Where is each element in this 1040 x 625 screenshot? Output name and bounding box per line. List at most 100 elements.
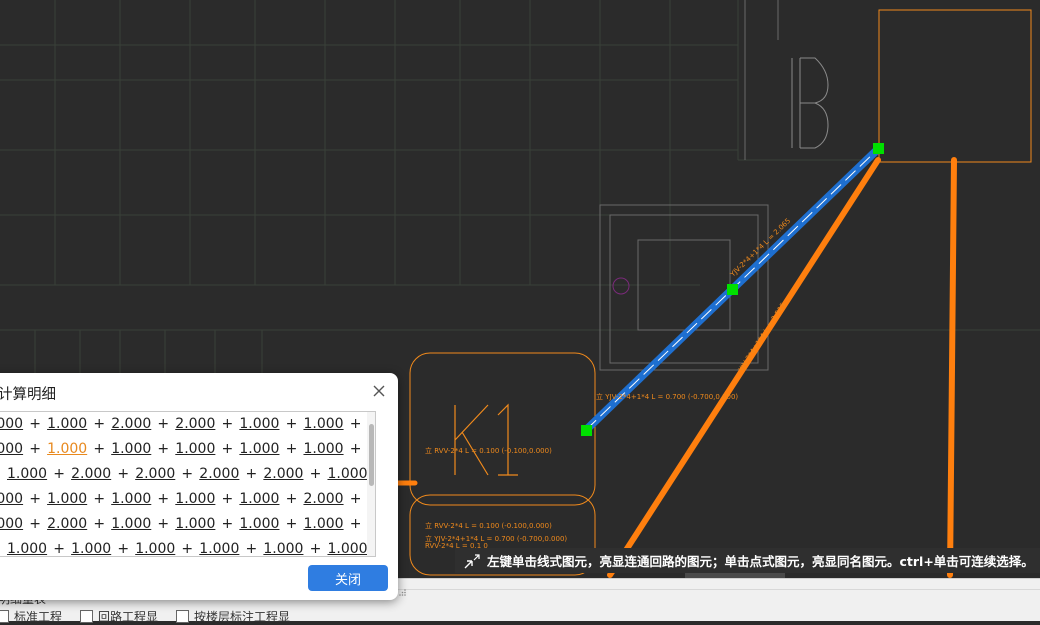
calc-value[interactable]: 1.000 — [303, 441, 343, 457]
calc-operator: + — [221, 516, 234, 532]
calc-operator: + — [93, 441, 106, 457]
calc-value[interactable]: 1.000 — [239, 491, 279, 507]
calc-operator: + — [181, 466, 194, 482]
calc-operator: + — [53, 466, 65, 482]
cable-node-end[interactable] — [873, 143, 884, 154]
checkbox-standard-label: 标准工程 — [14, 610, 63, 624]
calc-line: +1.000+1.000+1.000+1.000+1.000+1.000+ — [0, 541, 375, 557]
cursor-select-icon — [464, 553, 480, 568]
calc-operator: + — [93, 491, 106, 507]
calc-value[interactable]: 1.000 — [263, 541, 303, 556]
calc-value[interactable]: 1.000 — [111, 441, 151, 457]
calc-value[interactable]: 1.000 — [303, 416, 343, 432]
calc-operator: + — [117, 466, 130, 482]
calc-value[interactable]: 2.000 — [111, 416, 151, 432]
calc-value[interactable]: 2.000 — [47, 516, 87, 532]
calc-operator: + — [221, 416, 234, 432]
calc-value[interactable]: 1.000 — [7, 541, 47, 556]
calc-line: +1.000+2.000+2.000+2.000+2.000+1.000+ — [0, 466, 375, 482]
calc-operator: + — [53, 541, 65, 557]
calc-value[interactable]: 1.000 — [47, 491, 87, 507]
calc-operator: + — [285, 491, 298, 507]
calc-value[interactable]: 2.000 — [303, 491, 343, 507]
calc-operator: + — [157, 516, 170, 532]
checkbox-loop-label: 回路工程显 — [98, 610, 159, 624]
resize-grip-icon[interactable] — [398, 588, 407, 597]
cable-node-start[interactable] — [581, 425, 592, 436]
calc-value[interactable]: 2.000 — [71, 466, 111, 482]
calc-operator: + — [117, 541, 130, 557]
calc-value[interactable]: 1.000 — [0, 441, 23, 457]
calc-line: 1.000+1.000+1.000+1.000+1.000+1.000+1.00… — [0, 441, 375, 457]
calc-value[interactable]: 1.000 — [175, 441, 215, 457]
calc-detail-text[interactable]: 1.000+1.000+2.000+2.000+1.000+1.000+1.1.… — [0, 411, 376, 557]
calc-value[interactable]: 1.000 — [0, 516, 23, 532]
riser-label-2: 立 RVV-2*4 L = 0.100 (-0.100,0.000) — [425, 446, 552, 455]
calc-operator: + — [157, 441, 170, 457]
calc-operator: + — [309, 466, 322, 482]
calc-value[interactable]: 1.000 — [327, 466, 367, 482]
calc-operator: + — [349, 441, 362, 457]
checkbox-standard[interactable] — [0, 610, 9, 623]
calc-value[interactable]: 2.000 — [199, 466, 239, 482]
checkbox-floor[interactable] — [176, 610, 190, 623]
calc-operator: + — [29, 516, 41, 532]
calc-value[interactable]: 1.000 — [0, 416, 23, 432]
calc-value[interactable]: 1.000 — [47, 441, 87, 457]
calc-operator: + — [181, 541, 194, 557]
calc-operator: + — [349, 516, 362, 532]
calc-operator: + — [157, 416, 170, 432]
calc-operator: + — [221, 491, 234, 507]
calc-operator: + — [29, 491, 41, 507]
calc-value[interactable]: 1.000 — [239, 416, 279, 432]
calc-line: 1.000+1.000+1.000+1.000+1.000+2.000+2. — [0, 491, 375, 507]
calc-line: 1.000+1.000+2.000+2.000+1.000+1.000+1. — [0, 416, 375, 432]
calc-value[interactable]: 1.000 — [111, 491, 151, 507]
calc-value[interactable]: 1.000 — [47, 416, 87, 432]
calc-value[interactable]: 1.000 — [239, 441, 279, 457]
calc-operator: + — [349, 491, 362, 507]
calc-value[interactable]: 1.000 — [327, 541, 367, 556]
calc-operator: + — [245, 541, 258, 557]
scrollbar-thumb[interactable] — [369, 424, 374, 486]
calc-operator: + — [221, 441, 234, 457]
calc-value[interactable]: 2.000 — [135, 466, 175, 482]
close-button[interactable]: 关闭 — [308, 565, 388, 591]
calc-operator: + — [309, 541, 322, 557]
checkbox-loop[interactable] — [80, 610, 94, 623]
calc-value[interactable]: 1.000 — [111, 516, 151, 532]
calc-value[interactable]: 1.000 — [71, 541, 111, 556]
calc-operator: + — [157, 491, 170, 507]
calc-operator: + — [93, 416, 106, 432]
calc-value[interactable]: 1.000 — [239, 516, 279, 532]
calc-value[interactable]: 1.000 — [199, 541, 239, 556]
calc-operator: + — [29, 441, 41, 457]
calc-value[interactable]: 1.000 — [7, 466, 47, 482]
calc-value[interactable]: 1.000 — [175, 491, 215, 507]
calc-value[interactable]: 1.000 — [0, 491, 23, 507]
calc-value[interactable]: 1.000 — [303, 516, 343, 532]
hint-text: 左键单击线式图元，亮显连通回路的图元；单击点式图元，亮显同名图元。ctrl+单击… — [487, 554, 1034, 569]
calc-operator: + — [93, 516, 106, 532]
calc-operator: + — [285, 516, 298, 532]
calc-value[interactable]: 1.000 — [175, 516, 215, 532]
riser-label-3: 立 RVV-2*4 L = 0.100 (-0.100,0.000) — [425, 521, 552, 530]
calc-operator: + — [349, 416, 362, 432]
calc-value[interactable]: 2.000 — [175, 416, 215, 432]
bottom-checkbox-row: 标准工程 回路工程显 按楼层标注工程显 — [0, 608, 290, 625]
calc-operator: + — [285, 441, 298, 457]
close-icon[interactable] — [371, 383, 387, 399]
cable-node-mid[interactable] — [727, 284, 738, 295]
dialog-title: 计算明细 — [0, 387, 56, 403]
calc-value[interactable]: 2.000 — [263, 466, 303, 482]
calc-operator: + — [29, 416, 41, 432]
calc-detail-dialog: 计算明细 1.000+1.000+2.000+2.000+1.000+1.000… — [0, 373, 398, 600]
calc-value[interactable]: 1.000 — [135, 541, 175, 556]
status-hint-bar: 左键单击线式图元，亮显连通回路的图元；单击点式图元，亮显同名图元。ctrl+单击… — [455, 548, 1040, 573]
calc-operator: + — [245, 466, 258, 482]
checkbox-floor-label: 按楼层标注工程显 — [194, 610, 291, 624]
calc-operator: + — [0, 541, 7, 556]
calc-operator: + — [285, 416, 298, 432]
calc-line: 1.000+2.000+1.000+1.000+1.000+1.000+1.00… — [0, 516, 375, 532]
riser-label-1: 立 YJV-2*4+1*4 L = 0.700 (-0.700,0.000) — [596, 392, 738, 401]
